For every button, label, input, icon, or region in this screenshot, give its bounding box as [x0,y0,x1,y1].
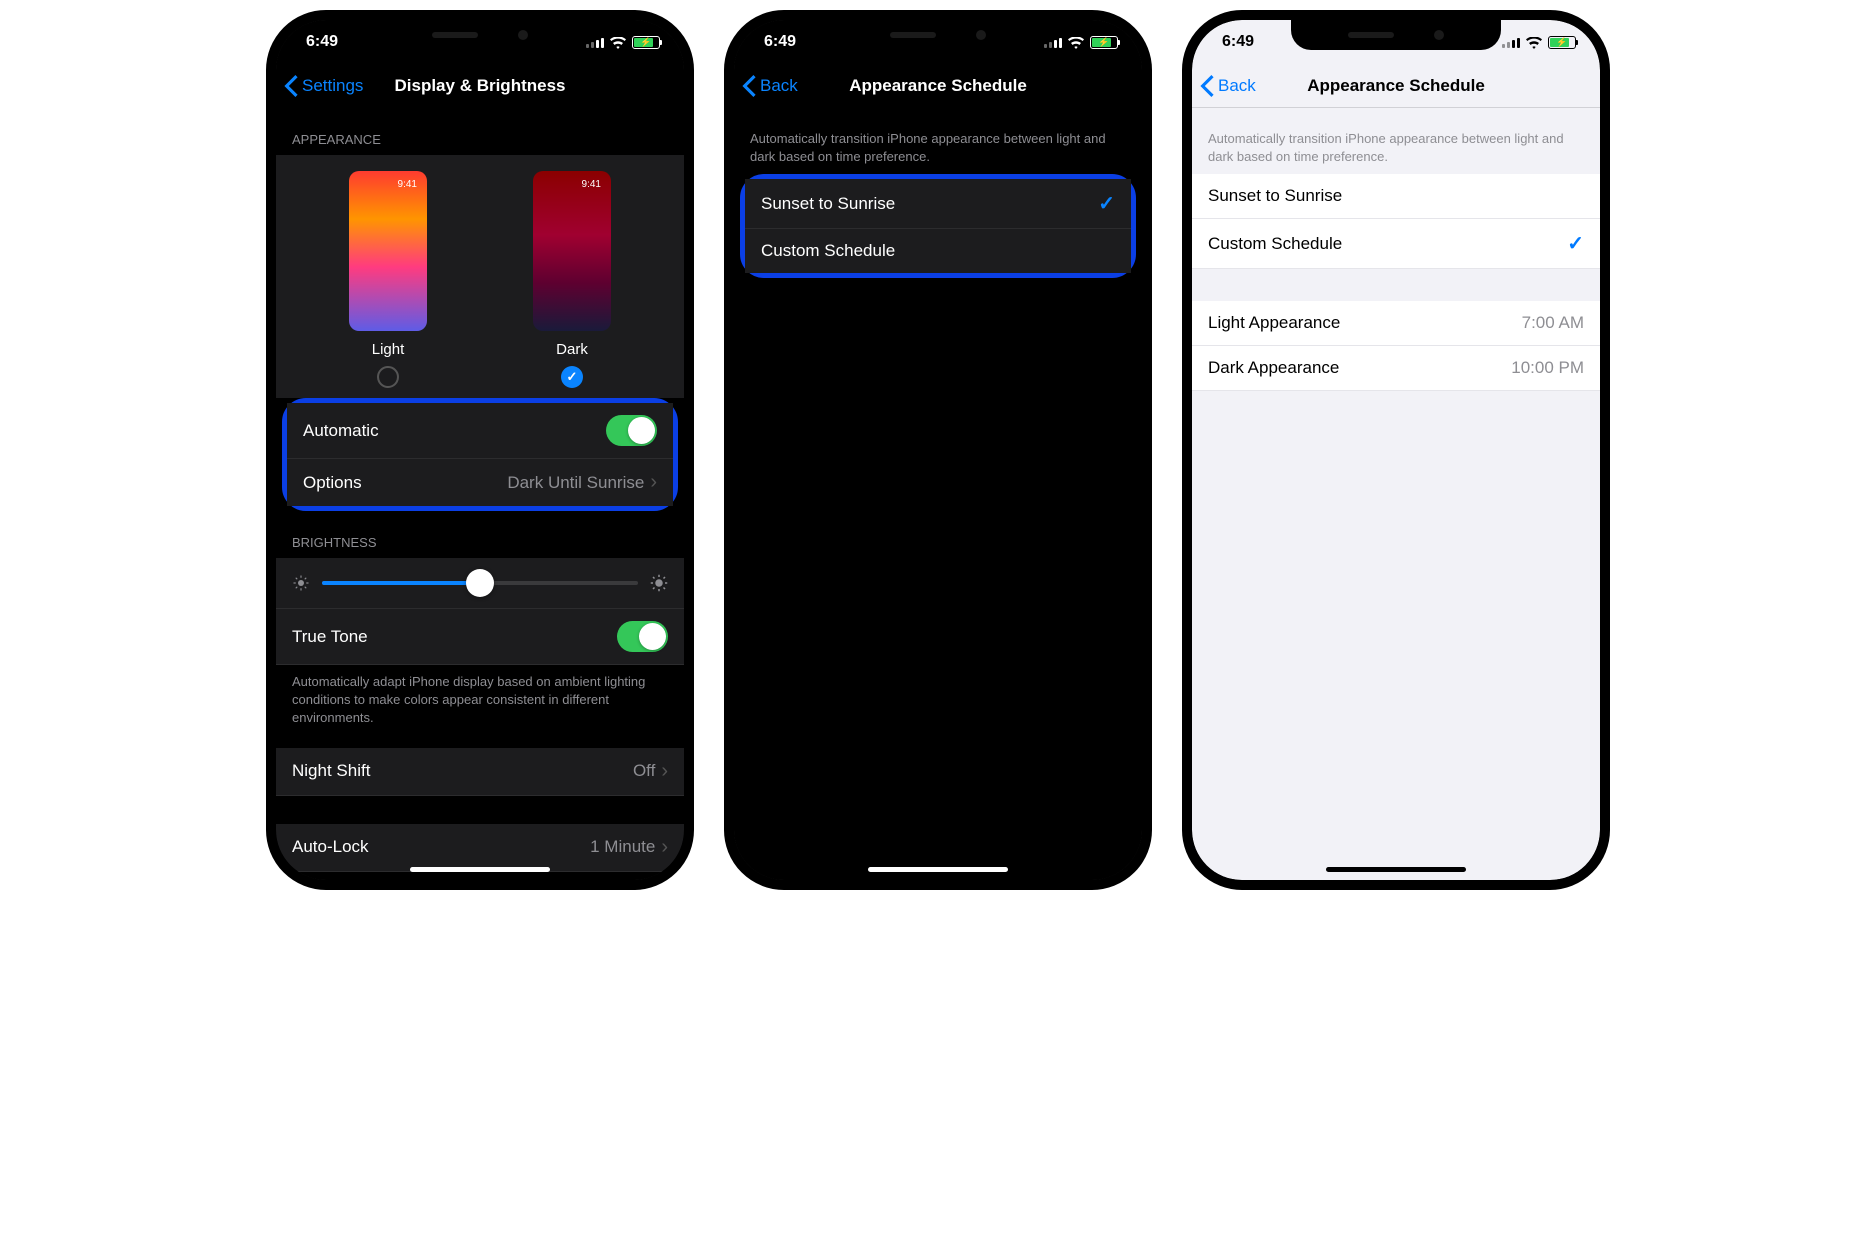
back-button[interactable]: Settings [284,75,363,97]
true-tone-row[interactable]: True Tone [276,609,684,665]
sunset-label: Sunset to Sunrise [1208,186,1342,206]
light-appearance-label: Light Appearance [1208,313,1340,333]
wifi-icon [1526,36,1542,48]
true-tone-label: True Tone [292,627,368,647]
battery-icon: ⚡ [632,36,660,49]
dark-label: Dark [533,341,611,358]
highlight-automatic-options: Automatic Options Dark Until Sunrise › [282,398,678,511]
battery-icon: ⚡ [1090,36,1118,49]
signal-icon [1044,36,1062,48]
back-label: Back [1218,76,1256,96]
back-label: Back [760,76,798,96]
dark-thumbnail: 9:41 [533,171,611,331]
chevron-right-icon: › [650,471,657,494]
automatic-switch[interactable] [606,415,657,446]
brightness-header: BRIGHTNESS [276,511,684,558]
slider-thumb[interactable] [466,569,494,597]
chevron-right-icon: › [661,836,668,859]
home-indicator[interactable] [1326,867,1466,872]
sun-small-icon [292,574,310,592]
sun-large-icon [650,574,668,592]
back-label: Settings [302,76,363,96]
chevron-left-icon [1200,75,1214,97]
checkmark-icon: ✓ [1567,231,1584,256]
dark-appearance-row[interactable]: Dark Appearance 10:00 PM [1192,346,1600,391]
auto-lock-value: 1 Minute [590,837,655,857]
automatic-label: Automatic [303,421,379,441]
schedule-desc: Automatically transition iPhone appearan… [734,108,1142,174]
status-indicators: ⚡ [586,36,660,49]
signal-icon [586,36,604,48]
custom-schedule-row[interactable]: Custom Schedule [745,229,1131,273]
schedule-desc: Automatically transition iPhone appearan… [1192,108,1600,174]
battery-icon: ⚡ [1548,36,1576,49]
navbar: Back Appearance Schedule [734,64,1142,108]
night-shift-row[interactable]: Night Shift Off › [276,748,684,796]
highlight-schedule-options: Sunset to Sunrise ✓ Custom Schedule [740,174,1136,278]
navbar: Settings Display & Brightness [276,64,684,108]
status-time: 6:49 [764,33,796,51]
home-indicator[interactable] [868,867,1008,872]
status-indicators: ⚡ [1502,36,1576,49]
custom-label: Custom Schedule [1208,234,1342,254]
auto-lock-label: Auto-Lock [292,837,369,857]
sunset-sunrise-row[interactable]: Sunset to Sunrise [1192,174,1600,219]
dark-appearance-label: Dark Appearance [1208,358,1339,378]
night-shift-value: Off [633,761,655,781]
appearance-picker: 9:41 Light 9:41 Dark [276,155,684,398]
light-radio[interactable] [377,366,399,388]
light-label: Light [349,341,427,358]
options-value: Dark Until Sunrise [507,473,644,493]
back-button[interactable]: Back [742,75,798,97]
notch [1291,20,1501,50]
notch [375,20,585,50]
notch [833,20,1043,50]
night-shift-label: Night Shift [292,761,370,781]
chevron-right-icon: › [661,760,668,783]
sunset-label: Sunset to Sunrise [761,194,895,214]
options-label: Options [303,473,362,493]
phone-display-brightness: 6:49 ⚡ Settings Display & Brightness APP… [266,10,694,890]
sunset-sunrise-row[interactable]: Sunset to Sunrise ✓ [745,179,1131,229]
custom-schedule-row[interactable]: Custom Schedule ✓ [1192,219,1600,269]
status-time: 6:49 [306,33,338,51]
chevron-left-icon [742,75,756,97]
wifi-icon [610,36,626,48]
status-time: 6:49 [1222,33,1254,51]
phone-schedule-dark: 6:49 ⚡ Back Appearance Schedule Automati… [724,10,1152,890]
back-button[interactable]: Back [1200,75,1256,97]
home-indicator[interactable] [410,867,550,872]
status-indicators: ⚡ [1044,36,1118,49]
appearance-option-dark[interactable]: 9:41 Dark [533,171,611,388]
dark-appearance-time: 10:00 PM [1511,358,1584,378]
checkmark-icon: ✓ [1098,191,1115,216]
true-tone-desc: Automatically adapt iPhone display based… [276,665,684,736]
light-appearance-time: 7:00 AM [1522,313,1584,333]
options-row[interactable]: Options Dark Until Sunrise › [287,459,673,506]
light-appearance-row[interactable]: Light Appearance 7:00 AM [1192,301,1600,346]
true-tone-switch[interactable] [617,621,668,652]
brightness-slider-row[interactable] [276,558,684,609]
auto-lock-row[interactable]: Auto-Lock 1 Minute › [276,824,684,872]
navbar: Back Appearance Schedule [1192,64,1600,108]
custom-label: Custom Schedule [761,241,895,261]
brightness-slider[interactable] [322,581,638,585]
wifi-icon [1068,36,1084,48]
appearance-option-light[interactable]: 9:41 Light [349,171,427,388]
appearance-header: APPEARANCE [276,108,684,155]
automatic-row[interactable]: Automatic [287,403,673,459]
phone-schedule-light: 6:49 ⚡ Back Appearance Schedule Automati… [1182,10,1610,890]
signal-icon [1502,36,1520,48]
light-thumbnail: 9:41 [349,171,427,331]
chevron-left-icon [284,75,298,97]
dark-radio[interactable] [561,366,583,388]
